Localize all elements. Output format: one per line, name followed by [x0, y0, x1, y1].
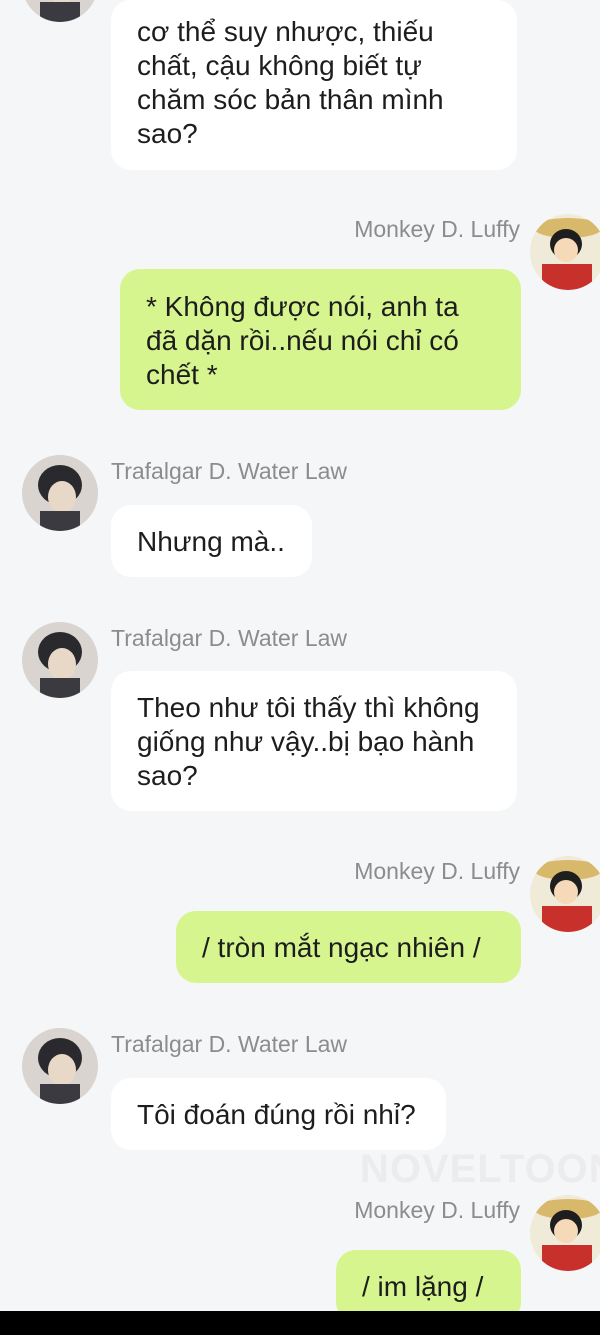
law-avatar-icon [22, 455, 98, 531]
message-text: Theo như tôi thấy thì không giống như vậ… [137, 692, 480, 791]
law-avatar[interactable] [22, 455, 98, 531]
luffy-avatar-icon [530, 856, 600, 932]
sender-name: Monkey D. Luffy [354, 216, 520, 242]
message-text: * Không được nói, anh ta đã dặn rồi..nếu… [146, 291, 459, 390]
law-avatar[interactable] [22, 622, 98, 698]
message-text: / im lặng / [362, 1271, 484, 1302]
luffy-avatar[interactable] [530, 856, 600, 932]
system-navigation-bar [0, 1311, 600, 1335]
luffy-avatar[interactable] [530, 1195, 600, 1271]
luffy-avatar[interactable] [530, 214, 600, 290]
sender-name: Trafalgar D. Water Law [111, 1031, 348, 1057]
law-avatar[interactable] [22, 0, 98, 22]
message-bubble-outgoing[interactable]: * Không được nói, anh ta đã dặn rồi..nếu… [120, 269, 521, 410]
noveltoon-watermark: NOVELTOON [360, 1147, 600, 1191]
message-text: cơ thể suy nhược, thiếu chất, cậu không … [137, 16, 444, 149]
sender-name: Monkey D. Luffy [354, 1197, 520, 1223]
message-bubble-incoming[interactable]: Nhưng mà.. [111, 505, 312, 577]
message-text: / tròn mắt ngạc nhiên / [202, 932, 481, 963]
message-bubble-incoming[interactable]: Theo như tôi thấy thì không giống như vậ… [111, 671, 517, 811]
message-bubble-incoming[interactable]: Tôi đoán đúng rồi nhỉ? [111, 1078, 446, 1150]
message-bubble-outgoing[interactable]: / tròn mắt ngạc nhiên / [176, 911, 521, 983]
law-avatar-icon [22, 0, 98, 22]
message-text: Nhưng mà.. [137, 526, 285, 557]
law-avatar[interactable] [22, 1028, 98, 1104]
sender-name: Trafalgar D. Water Law [111, 458, 348, 484]
luffy-avatar-icon [530, 214, 600, 290]
message-text: Tôi đoán đúng rồi nhỉ? [137, 1099, 416, 1130]
message-bubble-incoming[interactable]: cơ thể suy nhược, thiếu chất, cậu không … [111, 0, 517, 170]
law-avatar-icon [22, 622, 98, 698]
law-avatar-icon [22, 1028, 98, 1104]
luffy-avatar-icon [530, 1195, 600, 1271]
sender-name: Trafalgar D. Water Law [111, 625, 348, 651]
sender-name: Monkey D. Luffy [354, 858, 520, 884]
